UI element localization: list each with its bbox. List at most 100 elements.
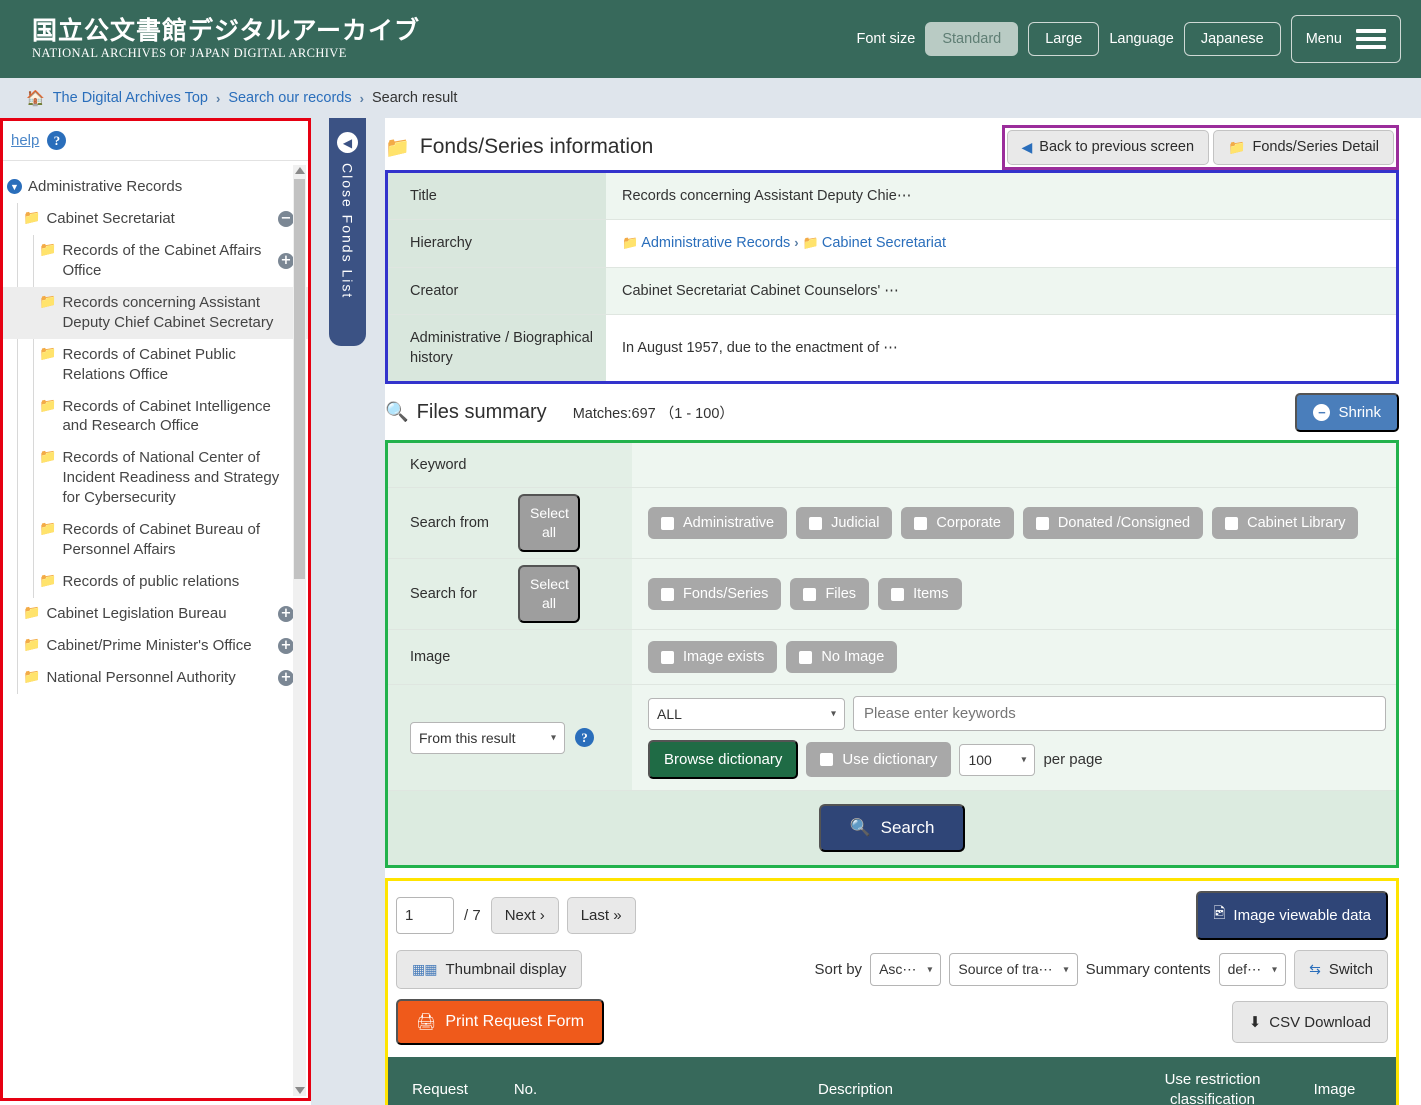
fonds-info-actions: ◀ Back to previous screen 📁 Fonds/Series… [1001, 124, 1399, 170]
image-viewable-data-button[interactable]: 🖻 Image viewable data [1196, 891, 1388, 941]
info-value-history: In August 1957, due to the enactment of … [606, 314, 1396, 382]
menu-button[interactable]: Menu [1290, 15, 1401, 63]
per-page-select[interactable]: 100 ▾ [959, 743, 1036, 776]
sort-order-select[interactable]: Asc⋯ ▾ [870, 953, 942, 987]
select-all-search-for-button[interactable]: Select all [518, 565, 580, 624]
tree-node-assistant-deputy-chief[interactable]: 📁 Records concerning Assistant Deputy Ch… [3, 286, 308, 339]
search-field-select[interactable]: ALL ▾ [648, 697, 845, 730]
hierarchy-link-cabinet-secretariat[interactable]: Cabinet Secretariat [822, 235, 946, 251]
column-header-use-restriction: Use restriction classification [1151, 1057, 1274, 1105]
checkbox-items[interactable]: Items [878, 578, 962, 611]
tree-node-cabinet-affairs-office[interactable]: 📁 Records of the Cabinet Affairs Office … [3, 235, 308, 287]
next-page-button[interactable]: Next › [490, 897, 559, 935]
tree-node-cabinet-legislation-bureau[interactable]: 📁 Cabinet Legislation Bureau + [3, 598, 308, 630]
checkbox-icon[interactable] [891, 587, 905, 601]
sort-field-select[interactable]: Source of tra⋯ ▾ [949, 953, 1078, 987]
breadcrumb-item-search[interactable]: Search our records [228, 90, 351, 106]
switch-button[interactable]: ⇆ Switch [1294, 950, 1388, 990]
back-to-previous-screen-button[interactable]: ◀ Back to previous screen [1006, 129, 1210, 165]
breadcrumb-item-top[interactable]: The Digital Archives Top [53, 90, 208, 106]
folder-icon: 📁 [39, 292, 57, 309]
checkbox-icon[interactable] [914, 516, 928, 530]
tree-node-administrative-records[interactable]: ▼ Administrative Records [3, 171, 308, 203]
tree-node-personnel-affairs-bureau[interactable]: 📁 Records of Cabinet Bureau of Personnel… [3, 514, 308, 566]
home-icon: 🏠 [26, 90, 45, 107]
checkbox-icon[interactable] [820, 753, 834, 767]
search-for-options-cell: Fonds/Series Files Items [632, 558, 1396, 630]
checkbox-judicial[interactable]: Judicial [796, 507, 893, 540]
search-field-value: ALL [657, 705, 682, 722]
last-page-button[interactable]: Last » [566, 897, 636, 935]
tree-node-cybersecurity-center[interactable]: 📁 Records of National Center of Incident… [3, 442, 308, 514]
search-row-keyword: Keyword [388, 443, 1396, 488]
folder-icon: 📁 [39, 240, 57, 257]
checkbox-donated-consigned[interactable]: Donated /Consigned [1022, 507, 1204, 540]
folder-icon: 📁 [385, 136, 410, 159]
checkbox-files[interactable]: Files [790, 578, 870, 611]
fonds-tree-scrollbar[interactable] [293, 165, 306, 1096]
summary-contents-select[interactable]: def⋯ ▾ [1218, 953, 1287, 987]
expand-toggle-icon[interactable]: + [278, 252, 294, 269]
tree-node-public-relations[interactable]: 📁 Records of public relations [3, 566, 308, 598]
tree-node-public-relations-office[interactable]: 📁 Records of Cabinet Public Relations Of… [3, 339, 308, 391]
font-size-standard-button[interactable]: Standard [925, 21, 1019, 57]
checkbox-cabinet-library[interactable]: Cabinet Library [1212, 507, 1359, 540]
checkbox-image-exists[interactable]: Image exists [648, 641, 778, 674]
site-logo[interactable]: 国立公文書館デジタルアーカイブ NATIONAL ARCHIVES OF JAP… [32, 17, 420, 62]
keyword-input[interactable] [853, 696, 1386, 732]
checkbox-corporate[interactable]: Corporate [901, 507, 1014, 540]
checkbox-icon[interactable] [661, 587, 674, 601]
chevron-down-circle-icon[interactable]: ▼ [7, 179, 22, 194]
checkbox-icon[interactable] [1225, 516, 1239, 530]
expand-toggle-icon[interactable]: + [278, 669, 294, 686]
logo-japanese: 国立公文書館デジタルアーカイブ [32, 15, 421, 45]
dictionary-row: Browse dictionary Use dictionary 100 ▾ p… [648, 740, 1386, 780]
language-japanese-button[interactable]: Japanese [1183, 21, 1281, 57]
tree-node-label: Cabinet Secretariat [46, 209, 175, 227]
search-button[interactable]: 🔍 Search [819, 804, 965, 853]
select-all-search-from-button[interactable]: Select all [518, 494, 580, 553]
fonds-series-detail-button[interactable]: 📁 Fonds/Series Detail [1213, 129, 1394, 165]
question-circle-icon[interactable]: ? [47, 131, 67, 150]
question-circle-icon[interactable]: ? [575, 728, 594, 748]
chevron-left-circle-icon: ◀ [1021, 138, 1033, 155]
checkbox-fonds-series[interactable]: Fonds/Series [648, 578, 782, 611]
scroll-up-arrow-icon[interactable] [295, 167, 305, 174]
swap-icon: ⇆ [1309, 961, 1321, 978]
tree-node-label: Records concerning Assistant Deputy Chie… [62, 293, 274, 331]
close-fonds-list-tab[interactable]: ◀ Close Fonds List [329, 118, 366, 346]
checkbox-icon[interactable] [661, 650, 674, 664]
checkbox-icon[interactable] [803, 587, 817, 601]
expand-toggle-icon[interactable]: + [278, 605, 294, 622]
panel-gutter: ◀ Close Fonds List [311, 118, 385, 1105]
scrollbar-thumb[interactable] [294, 179, 305, 579]
thumbnail-display-button[interactable]: ▦▦ Thumbnail display [396, 950, 583, 990]
tree-node-national-personnel-authority[interactable]: 📁 National Personnel Authority + [3, 662, 308, 694]
font-size-large-button[interactable]: Large [1028, 21, 1100, 57]
print-request-form-button[interactable]: 🖨 Print Request Form [396, 999, 605, 1046]
tree-node-intelligence-research-office[interactable]: 📁 Records of Cabinet Intelligence and Re… [3, 391, 308, 443]
help-link[interactable]: help [11, 132, 39, 149]
tree-node-cabinet-secretariat[interactable]: 📁 Cabinet Secretariat − [3, 203, 308, 235]
scope-select[interactable]: From this result ▾ [410, 721, 565, 754]
chip-label: Administrative [683, 515, 775, 532]
language-label: Language [1109, 31, 1174, 47]
checkbox-icon[interactable] [809, 516, 823, 530]
use-dictionary-checkbox[interactable]: Use dictionary [806, 742, 952, 778]
checkbox-administrative[interactable]: Administrative [648, 507, 788, 540]
browse-dictionary-button[interactable]: Browse dictionary [648, 740, 799, 780]
tree-node-label: Records of the Cabinet Affairs Office [62, 241, 262, 279]
scroll-down-arrow-icon[interactable] [295, 1087, 305, 1094]
search-row-image: Image Image exists No Image [388, 629, 1396, 685]
page-number-input[interactable] [396, 897, 454, 935]
checkbox-icon[interactable] [1035, 516, 1049, 530]
checkbox-icon[interactable] [799, 650, 813, 664]
tree-node-prime-ministers-office[interactable]: 📁 Cabinet/Prime Minister's Office + [3, 630, 308, 662]
checkbox-no-image[interactable]: No Image [786, 641, 898, 674]
expand-toggle-icon[interactable]: + [278, 637, 294, 654]
shrink-button[interactable]: − Shrink [1295, 392, 1399, 432]
collapse-toggle-icon[interactable]: − [278, 210, 294, 227]
csv-download-button[interactable]: ⬇ CSV Download [1231, 1001, 1388, 1044]
checkbox-icon[interactable] [661, 516, 674, 530]
hierarchy-link-administrative-records[interactable]: Administrative Records [641, 235, 790, 251]
